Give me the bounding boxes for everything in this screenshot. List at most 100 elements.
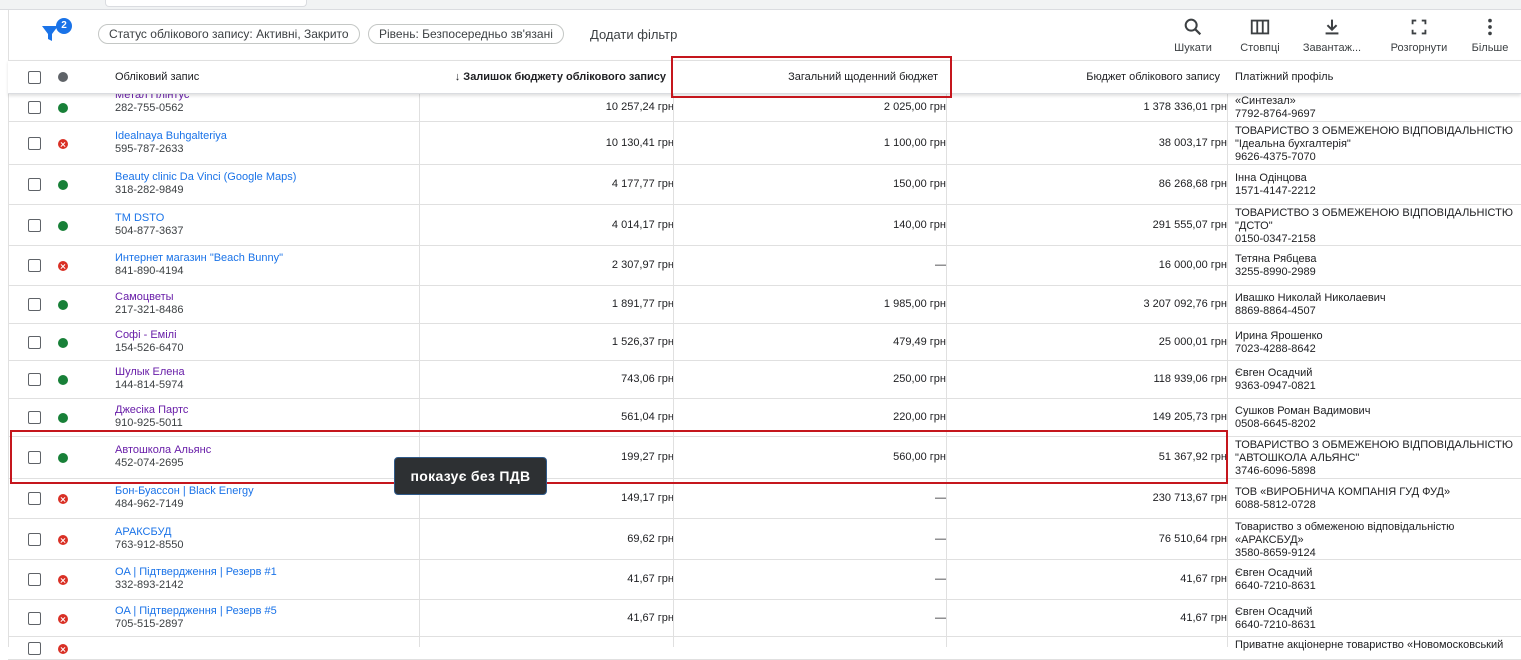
payment-profile-line: 6088-5812-0728: [1235, 499, 1316, 511]
account-cell: OA | Підтвердження | Резерв #1 332-893-2…: [115, 566, 277, 592]
account-cell: Beauty clinic Da Vinci (Google Maps) 318…: [115, 171, 296, 197]
row-checkbox[interactable]: [28, 573, 41, 586]
account-budget-value: 16 000,00 грн: [1158, 259, 1227, 271]
account-budget-value: 86 268,68 грн: [1158, 178, 1227, 190]
payment-profile-line: Ивашко Николай Николаевич: [1235, 292, 1386, 304]
remaining-budget-value: 1 891,77 грн: [611, 298, 674, 310]
payment-profile-line: 3580-8659-9124: [1235, 547, 1316, 559]
daily-budget-value: 2 025,00 грн: [883, 101, 946, 113]
row-checkbox[interactable]: [28, 137, 41, 150]
filter-chip-status[interactable]: Статус облікового запису: Активні, Закри…: [98, 24, 360, 44]
table-row[interactable]: TM DSTO 504-877-3637 4 014,17 грн 140,00 г…: [8, 205, 1521, 246]
account-name-link[interactable]: OA | Підтвердження | Резерв #1: [115, 566, 277, 579]
table-row[interactable]: Шулык Елена 144-814-5974 743,06 грн 250,00…: [8, 361, 1521, 399]
table-row[interactable]: OA | Підтвердження | Резерв #5 705-515-2…: [8, 600, 1521, 637]
column-header-account[interactable]: Обліковий запис: [115, 61, 199, 93]
payment-profile-cell: Приватне акціонерне товариство «Новомоск…: [1235, 639, 1503, 652]
account-budget-value: 3 207 092,76 грн: [1143, 298, 1228, 310]
table-row[interactable]: Самоцветы 217-321-8486 1 891,77 грн 1 985,…: [8, 286, 1521, 324]
account-budget-value: 38 003,17 грн: [1158, 137, 1227, 149]
account-id: 484-962-7149: [115, 498, 184, 510]
download-button[interactable]: Завантаж...: [1300, 16, 1364, 54]
row-checkbox[interactable]: [28, 101, 41, 114]
row-checkbox[interactable]: [28, 178, 41, 191]
table-row[interactable]: АРАКСБУД 763-912-8550 69,62 грн — 76 510,64…: [8, 519, 1521, 560]
account-name-link[interactable]: Beauty clinic Da Vinci (Google Maps): [115, 171, 296, 184]
account-cell: Софі - Емілі 154-526-6470: [115, 329, 184, 355]
row-checkbox[interactable]: [28, 373, 41, 386]
account-name-link[interactable]: Джесіка Партс: [115, 404, 188, 417]
browser-top-strip: [0, 0, 1521, 10]
account-name-link[interactable]: Интернет магазин "Beach Bunny": [115, 252, 283, 265]
table-row[interactable]: Beauty clinic Da Vinci (Google Maps) 318…: [8, 165, 1521, 205]
payment-profile-line: 6640-7210-8631: [1235, 619, 1316, 631]
payment-profile-cell: ТОВАРИСТВО З ОБМЕЖЕНОЮ ВІДПОВІДАЛЬНІСТЮ "…: [1235, 125, 1513, 164]
row-checkbox[interactable]: [28, 298, 41, 311]
remaining-budget-value: 4 014,17 грн: [611, 219, 674, 231]
more-button[interactable]: Більше: [1468, 16, 1512, 54]
payment-profile-line: Євген Осадчий: [1235, 567, 1313, 579]
status-closed-icon: [58, 535, 68, 545]
search-label: Шукати: [1174, 42, 1212, 54]
row-checkbox[interactable]: [28, 612, 41, 625]
expand-label: Розгорнути: [1390, 42, 1448, 54]
account-cell: Джесіка Партс 910-925-5011: [115, 404, 188, 430]
table-row[interactable]: Бон-Буассон | Black Energy 484-962-7149 1…: [8, 479, 1521, 519]
row-checkbox[interactable]: [28, 219, 41, 232]
account-budget-value: 76 510,64 грн: [1158, 533, 1227, 545]
remaining-budget-value: 10 130,41 грн: [605, 137, 674, 149]
account-name-link[interactable]: Бон-Буассон | Black Energy: [115, 485, 254, 498]
payment-profile-cell: Євген Осадчий 9363-0947-0821: [1235, 367, 1316, 393]
column-header-payment[interactable]: Платіжний профіль: [1235, 61, 1333, 93]
account-name-link[interactable]: Idealnaya Buhgalteriya: [115, 130, 227, 143]
row-checkbox[interactable]: [28, 492, 41, 505]
columns-label: Стовпці: [1240, 42, 1280, 54]
table-row[interactable]: Софі - Емілі 154-526-6470 1 526,37 грн 479…: [8, 324, 1521, 361]
filter-chip-level[interactable]: Рівень: Безпосередньо зв'язані: [368, 24, 564, 44]
add-filter-button[interactable]: Додати фільтр: [590, 27, 677, 42]
expand-button[interactable]: Розгорнути: [1386, 16, 1452, 54]
payment-profile-cell: Євген Осадчий 6640-7210-8631: [1235, 606, 1316, 632]
payment-profile-line: «АРАКСБУД»: [1235, 534, 1304, 546]
select-all-checkbox[interactable]: [28, 71, 41, 84]
remaining-budget-value: 10 257,24 грн: [605, 101, 674, 113]
account-name-link[interactable]: Самоцветы: [115, 291, 184, 304]
row-checkbox[interactable]: [28, 336, 41, 349]
account-name-link[interactable]: Софі - Емілі: [115, 329, 184, 342]
column-header-budget[interactable]: Бюджет облікового запису: [954, 61, 1220, 93]
payment-profile-cell: «Синтезал» 7792-8764-9697: [1235, 95, 1316, 121]
payment-profile-cell: Ирина Ярошенко 7023-4288-8642: [1235, 330, 1323, 356]
payment-profile-line: 9626-4375-7070: [1235, 151, 1316, 163]
row-checkbox[interactable]: [28, 259, 41, 272]
row-checkbox[interactable]: [28, 533, 41, 546]
status-active-icon: [58, 338, 68, 348]
status-active-icon: [58, 375, 68, 385]
column-divider: [673, 60, 674, 647]
table-row[interactable]: Idealnaya Buhgalteriya 595-787-2633 10 13…: [8, 122, 1521, 165]
table-row[interactable]: OA | Підтвердження | Резерв #1 332-893-2…: [8, 560, 1521, 600]
search-button[interactable]: Шукати: [1170, 16, 1216, 54]
account-name-link[interactable]: OA | Підтвердження | Резерв #5: [115, 605, 277, 618]
remaining-budget-value: 69,62 грн: [627, 533, 674, 545]
status-closed-icon: [58, 139, 68, 149]
remaining-budget-value: 743,06 грн: [621, 373, 674, 385]
account-id: 910-925-5011: [115, 417, 183, 429]
row-checkbox[interactable]: [28, 411, 41, 424]
daily-budget-value: 150,00 грн: [893, 178, 946, 190]
row-checkbox[interactable]: [28, 642, 41, 655]
account-id: 282-755-0562: [115, 102, 184, 114]
column-header-remaining[interactable]: ↓ Залишок бюджету облікового запису: [428, 61, 666, 93]
account-name-link[interactable]: АРАКСБУД: [115, 526, 184, 539]
remaining-budget-value: 561,04 грн: [621, 411, 674, 423]
account-name-link[interactable]: TM DSTO: [115, 212, 184, 225]
status-header-icon[interactable]: [58, 72, 68, 82]
table-row[interactable]: Приватне акціонерне товариство «Новомоск…: [8, 637, 1521, 660]
table-row[interactable]: Метал Плінтус 282-755-0562 10 257,24 грн 2…: [8, 89, 1521, 122]
account-id: 705-515-2897: [115, 618, 184, 630]
account-name-link[interactable]: Шулык Елена: [115, 366, 185, 379]
fullscreen-icon: [1411, 19, 1427, 35]
status-closed-icon: [58, 644, 68, 654]
table-row[interactable]: Интернет магазин "Beach Bunny" 841-890-4…: [8, 246, 1521, 286]
status-active-icon: [58, 180, 68, 190]
columns-button[interactable]: Стовпці: [1232, 16, 1288, 54]
